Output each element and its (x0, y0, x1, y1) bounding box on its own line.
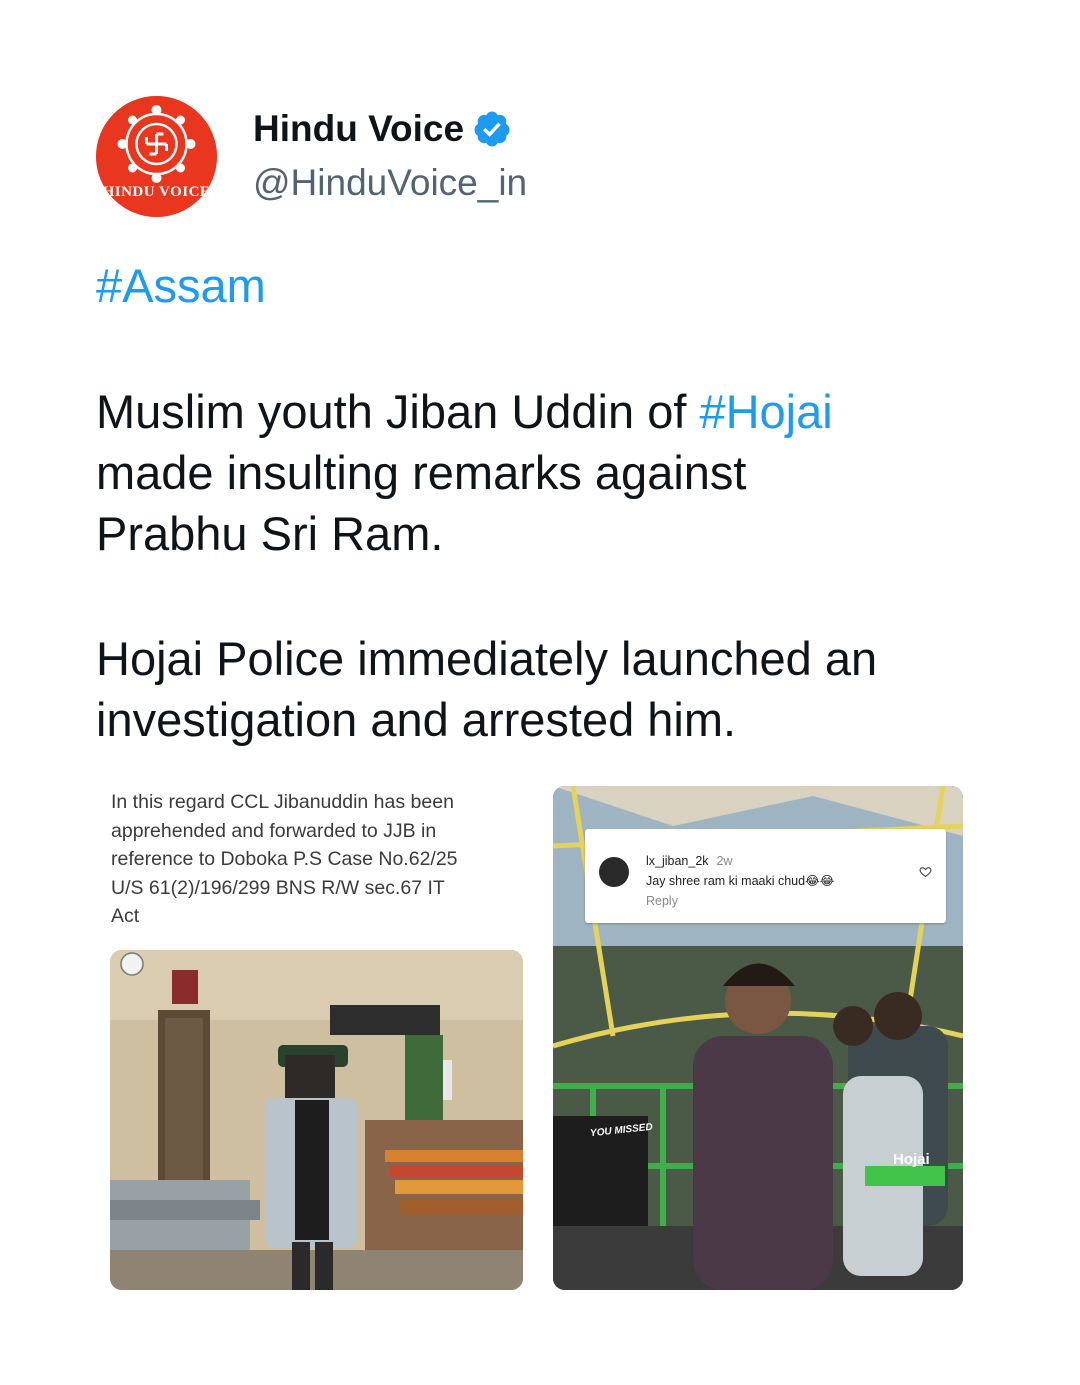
hashtag-line: #Assam (96, 255, 266, 316)
comment-text: Jay shree ram ki maaki chud😂😂 (646, 874, 835, 888)
tweet-line: Muslim youth Jiban Uddin of #Hojai (96, 381, 833, 442)
author-name-row: Hindu Voice (253, 104, 512, 154)
place-label: Hojai (893, 1151, 930, 1168)
tweet-line: Hojai Police immediately launched an (96, 632, 878, 685)
tweet-line: investigation and arrested him. (96, 693, 737, 746)
verified-badge-icon (474, 111, 510, 147)
police-station-illustration (110, 950, 523, 1290)
caption-line: reference to Doboka P.S Case No.62/25 (111, 848, 458, 870)
tweet-text-segment: Muslim youth Jiban Uddin of (96, 385, 700, 438)
tweet-card: HINDU VOICE Hindu Voice @HinduVoice_in #… (0, 0, 1080, 1385)
author-handle[interactable]: @HinduVoice_in (253, 162, 527, 204)
hashtag-assam[interactable]: #Assam (96, 259, 266, 312)
heart-icon (919, 867, 932, 878)
avatar-text: HINDU VOICE (102, 184, 211, 200)
comment-screenshot-card: lx_jiban_2k 2w Jay shree ram ki maaki chu… (585, 829, 946, 923)
police-caption: In this regard CCL Jibanuddin has been a… (111, 788, 531, 931)
caption-line: U/S 61(2)/196/299 BNS R/W sec.67 IT (111, 876, 445, 899)
comment-reply-label: Reply (646, 894, 678, 908)
police-station-photo (110, 950, 523, 1290)
comment-time: 2w (716, 854, 733, 868)
caption-line: Act (111, 905, 140, 927)
avatar[interactable]: HINDU VOICE (96, 96, 217, 217)
media-image-left[interactable]: In this regard CCL Jibanuddin has been a… (96, 780, 536, 1290)
display-name[interactable]: Hindu Voice (253, 108, 464, 150)
comment-username-row: lx_jiban_2k 2w (646, 854, 733, 868)
caption-line: apprehended and forwarded to JJB in (111, 819, 437, 842)
caption-line: In this regard CCL Jibanuddin has been (111, 791, 454, 813)
hashtag-hojai[interactable]: #Hojai (699, 385, 832, 438)
tweet-paragraph-1: Muslim youth Jiban Uddin of #Hojai made … (96, 381, 833, 564)
tweet-line: made insulting remarks against (96, 446, 747, 499)
comment-username: lx_jiban_2k (646, 854, 709, 868)
tweet-paragraph-2: Hojai Police immediately launched an inv… (96, 628, 877, 750)
tweet-line: Prabhu Sri Ram. (96, 507, 444, 560)
comment-avatar (599, 857, 629, 887)
